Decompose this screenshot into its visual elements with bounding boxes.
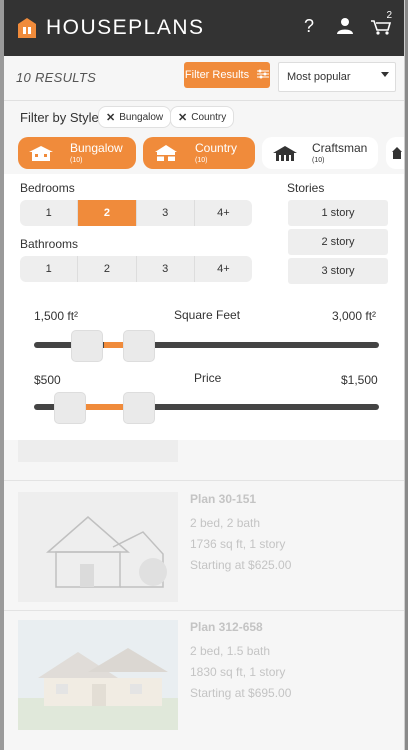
country-house-icon <box>155 145 177 161</box>
chip-bungalow[interactable]: ✕ Bungalow <box>98 106 172 128</box>
style-card-bungalow[interactable]: Bungalow (10) <box>18 137 136 169</box>
help-icon[interactable]: ? <box>298 14 320 38</box>
story-option-2[interactable]: 2 story <box>288 229 388 255</box>
sqft-min-handle[interactable] <box>71 330 103 362</box>
price-label: Price <box>194 371 222 385</box>
bathrooms-option-2[interactable]: 2 <box>78 256 137 282</box>
stories-label: Stories <box>287 181 325 195</box>
filter-results-label: Filter Results <box>184 69 250 81</box>
story-option-3[interactable]: 3 story <box>288 258 388 284</box>
story-option-1[interactable]: 1 story <box>288 200 388 226</box>
plan-size: 1736 sq ft, 1 story <box>190 537 286 551</box>
bedrooms-option-2[interactable]: 2 <box>78 200 137 226</box>
bathrooms-selector: 1 2 3 4+ <box>20 256 252 282</box>
style-card-count: (10) <box>70 157 83 164</box>
top-header: HOUSEPLANS ? 2 <box>4 0 404 56</box>
bedrooms-label: Bedrooms <box>20 181 75 195</box>
style-card-count: (10) <box>195 157 208 164</box>
house-sketch-image <box>18 492 178 602</box>
bedrooms-option-4-plus[interactable]: 4+ <box>195 200 252 226</box>
sort-select[interactable]: Most popular <box>278 62 396 92</box>
plan-thumbnail[interactable] <box>18 492 178 602</box>
style-card-craftsman[interactable]: Craftsman (10) <box>262 137 378 169</box>
bathrooms-option-1[interactable]: 1 <box>20 256 79 282</box>
brand-name[interactable]: HOUSEPLANS <box>46 16 205 40</box>
style-card-name: Bungalow <box>70 141 123 155</box>
sqft-min-label: 1,500 ft² <box>34 309 79 323</box>
plan-thumbnail[interactable] <box>18 440 178 462</box>
cart-count-badge: 2 <box>386 10 392 21</box>
style-card-country[interactable]: Country (10) <box>143 137 255 169</box>
style-cards: Bungalow (10) Country (10) Craftsman (10… <box>4 134 404 172</box>
price-min-label: $500 <box>34 373 61 387</box>
price-max-handle[interactable] <box>123 392 155 424</box>
style-filter-row: Filter by Style ✕ Bungalow ✕ Country <box>4 104 404 132</box>
houseplans-page: HOUSEPLANS ? 2 10 RESULTS Filter Results… <box>4 0 405 750</box>
bedrooms-option-1[interactable]: 1 <box>20 200 79 226</box>
close-icon[interactable]: ✕ <box>178 111 187 124</box>
plan-size: 1830 sq ft, 1 story <box>190 665 286 679</box>
style-card-name: Craftsman <box>312 141 368 155</box>
bathrooms-option-4-plus[interactable]: 4+ <box>195 256 252 282</box>
results-toolbar: 10 RESULTS Filter Results Most popular <box>4 56 404 101</box>
plan-price: Starting at $625.00 <box>190 558 292 572</box>
house-render-image <box>18 620 178 730</box>
price-max-label: $1,500 <box>341 373 378 387</box>
plan-title[interactable]: Plan 312-658 <box>190 620 263 634</box>
filter-by-style-label: Filter by Style <box>20 110 99 125</box>
divider <box>4 480 404 481</box>
sqft-max-label: 3,000 ft² <box>332 309 377 323</box>
house-icon <box>392 147 402 159</box>
style-card-name: Country <box>195 141 238 155</box>
divider <box>4 610 404 611</box>
account-icon[interactable] <box>334 14 356 38</box>
chip-label: Country <box>191 111 227 123</box>
plan-thumbnail[interactable] <box>18 620 178 730</box>
price-min-handle[interactable] <box>54 392 86 424</box>
results-count: 10 RESULTS <box>16 70 97 85</box>
sort-selected-value: Most popular <box>287 71 351 83</box>
chip-country[interactable]: ✕ Country <box>170 106 235 128</box>
bedrooms-option-3[interactable]: 3 <box>137 200 195 226</box>
plan-listings: Plan 30-151 2 bed, 2 bath 1736 sq ft, 1 … <box>4 440 404 750</box>
plan-title[interactable]: Plan 30-151 <box>190 492 256 506</box>
sqft-max-handle[interactable] <box>123 330 155 362</box>
style-card-next[interactable] <box>386 137 404 169</box>
cart-icon[interactable]: 2 <box>370 10 392 38</box>
chevron-down-icon <box>381 72 389 77</box>
filter-results-button[interactable]: Filter Results <box>184 62 270 88</box>
craftsman-house-icon <box>273 146 297 161</box>
plan-beds: 2 bed, 1.5 bath <box>190 644 271 658</box>
sliders-icon <box>257 69 270 82</box>
bedrooms-selector: 1 2 3 4+ <box>20 200 252 226</box>
sqft-label: Square Feet <box>174 308 241 322</box>
houseplans-logo-icon[interactable] <box>18 18 36 38</box>
plan-beds: 2 bed, 2 bath <box>190 516 261 530</box>
style-card-count: (10) <box>312 157 325 164</box>
bungalow-house-icon <box>29 146 53 161</box>
bathrooms-label: Bathrooms <box>20 237 79 251</box>
close-icon[interactable]: ✕ <box>106 111 115 124</box>
chip-label: Bungalow <box>119 111 164 123</box>
plan-price: Starting at $695.00 <box>190 686 292 700</box>
bathrooms-option-3[interactable]: 3 <box>137 256 195 282</box>
filter-panel: Bedrooms 1 2 3 4+ Bathrooms 1 2 3 4+ Sto… <box>4 174 404 440</box>
